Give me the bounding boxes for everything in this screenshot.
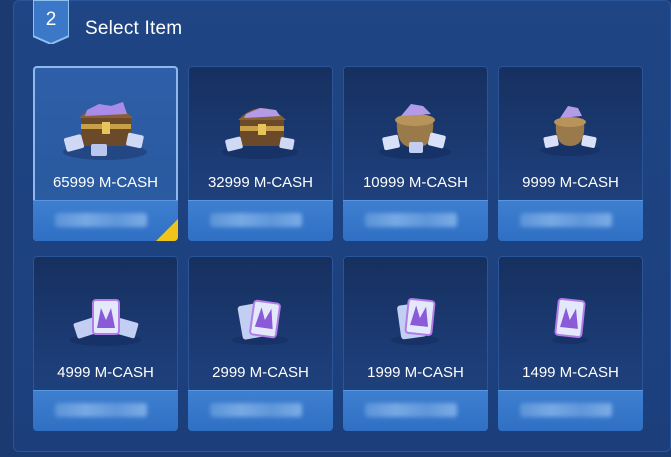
price-redacted xyxy=(55,213,147,227)
card-pile-icon xyxy=(69,299,141,346)
treasure-chest-icon xyxy=(222,108,298,159)
price-bar xyxy=(498,390,643,431)
price-redacted xyxy=(520,213,612,227)
card-pair-icon xyxy=(391,298,439,345)
item-card-32999[interactable]: 32999 M-CASH xyxy=(188,66,333,241)
price-bar xyxy=(33,390,178,431)
price-bar xyxy=(343,390,488,431)
step-badge: 2 xyxy=(33,0,69,44)
price-bar xyxy=(343,200,488,241)
single-card-icon xyxy=(552,298,588,344)
item-amount: 1499 M-CASH xyxy=(522,364,619,381)
item-amount: 2999 M-CASH xyxy=(212,364,309,381)
price-bar xyxy=(498,200,643,241)
item-card-1999[interactable]: 1999 M-CASH xyxy=(343,256,488,431)
price-redacted xyxy=(365,213,457,227)
item-amount: 65999 M-CASH xyxy=(52,174,159,191)
step-number: 2 xyxy=(45,9,57,30)
price-redacted xyxy=(520,403,612,417)
price-bar xyxy=(188,200,333,241)
price-redacted xyxy=(210,403,302,417)
card-stack-icon xyxy=(232,299,288,345)
item-amount: 10999 M-CASH xyxy=(362,174,469,191)
price-redacted xyxy=(365,403,457,417)
price-redacted xyxy=(210,213,302,227)
sack-of-cards-icon xyxy=(379,104,451,159)
selected-corner-flag xyxy=(156,219,178,241)
item-card-4999[interactable]: 4999 M-CASH xyxy=(33,256,178,431)
price-bar xyxy=(188,390,333,431)
large-treasure-chest-icon xyxy=(63,102,147,160)
item-amount: 4999 M-CASH xyxy=(57,364,154,381)
item-card-10999[interactable]: 10999 M-CASH xyxy=(343,66,488,241)
price-redacted xyxy=(55,403,147,417)
small-sack-of-cards-icon xyxy=(540,106,600,156)
item-card-2999[interactable]: 2999 M-CASH xyxy=(188,256,333,431)
item-card-9999[interactable]: 9999 M-CASH xyxy=(498,66,643,241)
select-item-panel: 2 Select Item 65999 M-CASH 32999 M-CASH … xyxy=(13,0,671,452)
item-card-65999[interactable]: 65999 M-CASH xyxy=(33,66,178,241)
section-title: Select Item xyxy=(85,18,183,39)
item-amount: 1999 M-CASH xyxy=(367,364,464,381)
item-card-1499[interactable]: 1499 M-CASH xyxy=(498,256,643,431)
item-amount: 9999 M-CASH xyxy=(522,174,619,191)
item-amount: 32999 M-CASH xyxy=(207,174,314,191)
